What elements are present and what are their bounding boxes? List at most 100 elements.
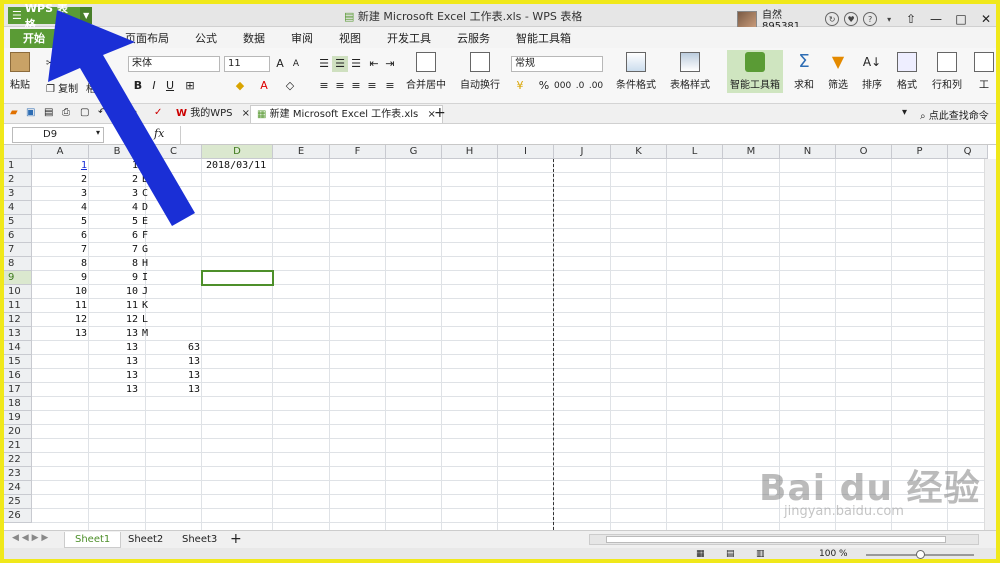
tab-insert[interactable]: 插入 — [58, 29, 106, 48]
percent-button[interactable]: % — [536, 78, 552, 94]
horizontal-scrollbar[interactable] — [589, 534, 979, 545]
tab-formulas[interactable]: 公式 — [182, 29, 230, 48]
restore-layout-icon[interactable]: ⇧ — [901, 11, 921, 27]
border-icon[interactable]: ⊞ — [182, 78, 198, 94]
underline-button[interactable]: U — [162, 78, 178, 94]
sheet-tab-sheet1[interactable]: Sheet1 — [64, 532, 122, 548]
format-button[interactable]: 格式 — [897, 52, 917, 91]
column-header-b[interactable]: B — [89, 145, 146, 159]
cell-b13-overflow[interactable]: M — [142, 327, 152, 341]
sheet-tab-sheet2[interactable]: Sheet2 — [118, 532, 173, 548]
zoom-slider-thumb[interactable] — [916, 550, 925, 559]
cell-d1[interactable]: 2018/03/11 — [206, 159, 277, 173]
row-header-12[interactable]: 12 — [4, 313, 32, 327]
zoom-icon[interactable]: ⌕ — [132, 107, 138, 118]
increase-font-icon[interactable]: A — [272, 56, 288, 72]
cell-b3-overflow[interactable]: C — [142, 187, 152, 201]
column-header-h[interactable]: H — [442, 145, 498, 159]
cell-b4-overflow[interactable]: D — [142, 201, 152, 215]
cell-b11-overflow[interactable]: K — [142, 299, 152, 313]
align-right-icon[interactable]: ≡ — [348, 78, 364, 94]
currency-icon[interactable]: ¥ — [512, 78, 528, 94]
row-header-25[interactable]: 25 — [4, 495, 32, 509]
tab-home[interactable]: 开始 — [10, 29, 58, 48]
row-header-19[interactable]: 19 — [4, 411, 32, 425]
clear-format-icon[interactable]: ◇ — [282, 78, 298, 94]
column-header-g[interactable]: G — [386, 145, 442, 159]
normal-view-icon[interactable]: ▦ — [696, 549, 705, 559]
cell-b7-overflow[interactable]: G — [142, 243, 152, 257]
maximize-button[interactable]: □ — [951, 11, 971, 27]
font-color-icon[interactable]: A — [256, 78, 272, 94]
undo-icon[interactable]: ↶ — [98, 107, 106, 118]
wps-app-menu-button[interactable]: ☰ WPS 表格 ▼ — [8, 4, 92, 31]
column-header-f[interactable]: F — [330, 145, 386, 159]
column-header-q[interactable]: Q — [948, 145, 988, 159]
worksheet-button[interactable]: 工 — [974, 52, 994, 91]
row-header-3[interactable]: 3 — [4, 187, 32, 201]
font-size-select[interactable]: 11 — [224, 56, 270, 72]
cell-b2-overflow[interactable]: B — [142, 173, 152, 187]
decimal-decrease-icon[interactable]: .00 — [588, 78, 604, 94]
row-header-14[interactable]: 14 — [4, 341, 32, 355]
cut-button[interactable]: ✂ 剪切 — [46, 54, 78, 69]
settings-icon[interactable]: ▾ — [882, 12, 896, 26]
fx-button[interactable]: fx — [154, 127, 164, 140]
column-header-i[interactable]: I — [498, 145, 554, 159]
row-header-18[interactable]: 18 — [4, 397, 32, 411]
row-header-13[interactable]: 13 — [4, 327, 32, 341]
cell-b12-overflow[interactable]: L — [142, 313, 152, 327]
chevron-down-icon[interactable]: ▾ — [96, 128, 100, 137]
table-style-button[interactable]: 表格样式 — [670, 52, 710, 91]
justify-icon[interactable]: ≡ — [364, 78, 380, 94]
tab-data[interactable]: 数据 — [230, 29, 278, 48]
sheet-tab-sheet3[interactable]: Sheet3 — [172, 532, 227, 548]
cell-b9-overflow[interactable]: I — [142, 271, 152, 285]
sheet-nav-icon[interactable]: ◀ ◀ ▶ ▶ — [12, 533, 48, 543]
merge-center-button[interactable]: 合并居中 — [406, 52, 446, 91]
export-icon[interactable]: ▢ — [80, 107, 89, 118]
row-header-24[interactable]: 24 — [4, 481, 32, 495]
number-format-select[interactable]: 常规 — [511, 56, 603, 72]
column-header-j[interactable]: J — [554, 145, 611, 159]
close-tab-icon[interactable]: × — [242, 108, 250, 119]
row-header-17[interactable]: 17 — [4, 383, 32, 397]
filter-button[interactable]: ▼ 筛选 — [828, 52, 848, 91]
row-header-5[interactable]: 5 — [4, 215, 32, 229]
cell-b5-overflow[interactable]: E — [142, 215, 152, 229]
column-header-a[interactable]: A — [32, 145, 89, 159]
align-left-icon[interactable]: ≡ — [316, 78, 332, 94]
page-break-view-icon[interactable]: ▥ — [756, 549, 765, 559]
row-header-8[interactable]: 8 — [4, 257, 32, 271]
format-painter-button[interactable]: 格式刷 — [86, 80, 116, 95]
row-col-button[interactable]: 行和列 — [932, 52, 962, 91]
row-header-22[interactable]: 22 — [4, 453, 32, 467]
add-sheet-icon[interactable]: + — [230, 531, 242, 547]
distributed-icon[interactable]: ≡ — [382, 78, 398, 94]
column-header-d[interactable]: D — [202, 145, 273, 159]
row-header-11[interactable]: 11 — [4, 299, 32, 313]
column-header-p[interactable]: P — [892, 145, 948, 159]
zoom-slider[interactable] — [866, 550, 974, 559]
selected-cell-d9[interactable] — [201, 270, 274, 286]
copy-button[interactable]: ❐ 复制 — [46, 80, 78, 95]
row-header-2[interactable]: 2 — [4, 173, 32, 187]
column-header-m[interactable]: M — [723, 145, 780, 159]
chevron-down-icon[interactable]: ▼ — [80, 7, 92, 24]
column-header-l[interactable]: L — [667, 145, 723, 159]
name-box[interactable]: D9 — [12, 127, 104, 143]
align-middle-icon[interactable]: ☰ — [332, 56, 348, 72]
row-header-9[interactable]: 9 — [4, 271, 32, 285]
tab-smart-toolbox[interactable]: 智能工具箱 — [503, 29, 584, 48]
column-header-k[interactable]: K — [611, 145, 667, 159]
new-tab-icon[interactable]: + — [434, 105, 446, 121]
minimize-button[interactable]: — — [926, 11, 946, 27]
command-search[interactable]: ⌕ 点此查找命令 — [920, 107, 989, 122]
align-bottom-icon[interactable]: ☰ — [348, 56, 364, 72]
sync-icon[interactable]: ↻ — [825, 12, 840, 26]
tab-view[interactable]: 视图 — [326, 29, 374, 48]
tab-page-layout[interactable]: 页面布局 — [112, 29, 182, 48]
decimal-increase-icon[interactable]: .0 — [572, 78, 588, 94]
avatar[interactable] — [737, 10, 757, 28]
tab-review[interactable]: 审阅 — [278, 29, 326, 48]
